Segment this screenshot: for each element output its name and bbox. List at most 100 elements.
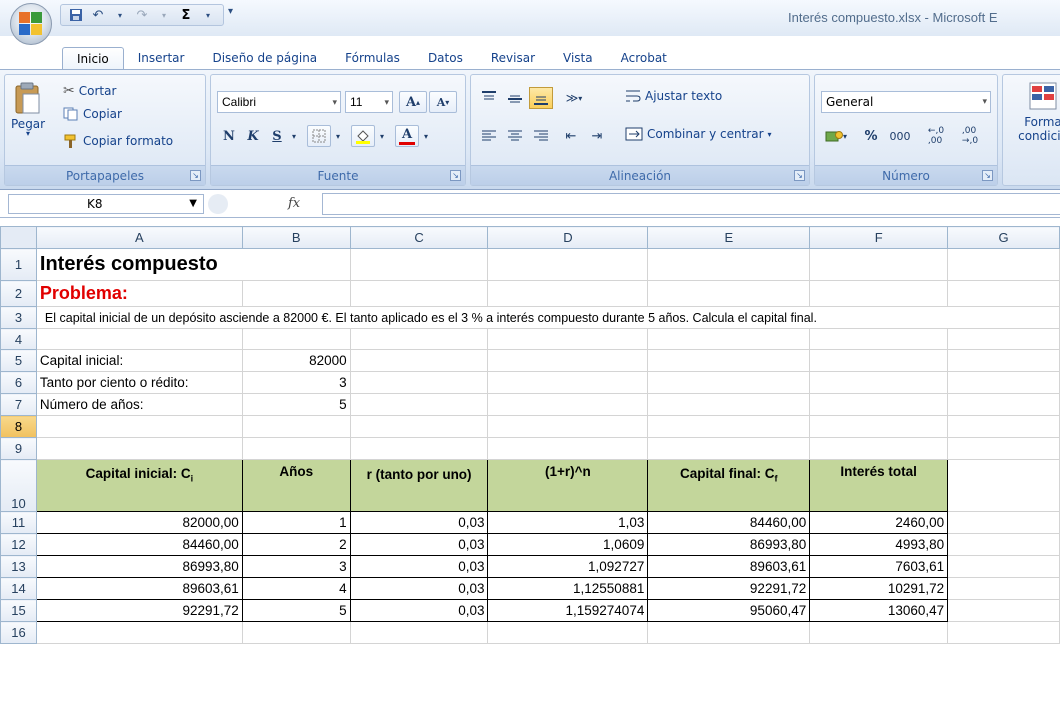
cell[interactable] [647,371,811,394]
table-cell[interactable]: 1 [241,511,351,534]
cell-a3[interactable]: El capital inicial de un depósito ascien… [35,306,1060,329]
cell[interactable] [349,415,489,438]
cell[interactable] [947,599,1060,622]
cell[interactable] [947,328,1060,350]
align-left-button[interactable] [477,125,501,147]
shrink-font-button[interactable]: A ▾ [429,91,457,113]
cell-a2[interactable]: Problema: [35,280,243,307]
cell[interactable] [349,248,489,281]
row-header[interactable]: 5 [0,349,37,372]
dialog-launcher-icon[interactable]: ↘ [190,170,201,181]
table-cell[interactable]: 92291,72 [647,577,811,600]
office-button[interactable] [10,3,52,45]
cell[interactable] [349,393,489,416]
paste-button[interactable]: Pegar ▾ [11,81,45,138]
table-cell[interactable]: 13060,47 [809,599,949,622]
tab-diseno-pagina[interactable]: Diseño de página [198,47,331,69]
cell[interactable] [809,621,949,644]
cell[interactable] [35,415,243,438]
cell[interactable] [241,437,351,460]
row-header[interactable]: 14 [0,577,37,600]
row-header[interactable]: 10 [0,459,37,512]
name-box[interactable]: K8 ▼ [8,194,204,214]
column-header-a[interactable]: A [35,226,243,249]
underline-button[interactable]: S [265,125,289,147]
table-cell[interactable]: 4993,80 [809,533,949,556]
column-header-c[interactable]: C [349,226,489,249]
increase-decimal-button[interactable]: ←,0,00 [921,125,951,147]
cell[interactable] [809,349,949,372]
cell[interactable] [487,328,649,350]
cell[interactable] [487,248,649,281]
wrap-text-button[interactable]: Ajustar texto [625,89,722,103]
cell-a1[interactable]: Interés compuesto [35,248,351,281]
cell[interactable] [487,280,649,307]
tab-revisar[interactable]: Revisar [477,47,549,69]
cell[interactable] [809,371,949,394]
cell[interactable] [947,577,1060,600]
font-color-button[interactable]: A [395,125,419,147]
cell[interactable] [487,371,649,394]
row-header[interactable]: 16 [0,621,37,644]
cell-b5[interactable]: 82000 [241,349,351,372]
table-cell[interactable]: 1,12550881 [487,577,649,600]
font-color-dropdown-icon[interactable]: ▾ [419,125,433,147]
number-format-select[interactable]: General ▾ [821,91,991,113]
cell-a6[interactable]: Tanto por ciento o rédito: [35,371,243,394]
row-header[interactable]: 13 [0,555,37,578]
tab-insertar[interactable]: Insertar [124,47,199,69]
cell[interactable] [487,415,649,438]
table-cell[interactable]: 0,03 [349,533,489,556]
column-header-f[interactable]: F [809,226,949,249]
merge-center-button[interactable]: Combinar y centrar ▾ [625,127,772,141]
table-cell[interactable]: 1,03 [487,511,649,534]
row-header[interactable]: 7 [0,393,37,416]
row-header[interactable]: 4 [0,328,37,350]
undo-button[interactable]: ↶ [89,7,107,23]
qat-dropdown-icon[interactable]: ▾ [155,7,173,23]
cell[interactable] [349,437,489,460]
table-cell[interactable]: 1,0609 [487,533,649,556]
tab-acrobat[interactable]: Acrobat [607,47,681,69]
cell[interactable] [947,621,1060,644]
row-header[interactable]: 3 [0,306,37,329]
font-name-select[interactable]: Calibri ▾ [217,91,341,113]
decrease-indent-button[interactable]: ⇤ [559,125,583,147]
cell[interactable] [487,393,649,416]
align-bottom-button[interactable] [529,87,553,109]
cell[interactable] [947,371,1060,394]
cell[interactable] [349,371,489,394]
copy-button[interactable]: Copiar [63,107,122,121]
cell[interactable] [809,248,949,281]
cell[interactable] [349,621,489,644]
cell[interactable] [647,248,811,281]
table-cell[interactable]: 92291,72 [35,599,243,622]
cell[interactable] [947,555,1060,578]
cell[interactable] [241,280,351,307]
table-cell[interactable]: 86993,80 [35,555,243,578]
table-cell[interactable]: 89603,61 [647,555,811,578]
cell[interactable] [349,349,489,372]
cell[interactable] [487,621,649,644]
dialog-launcher-icon[interactable]: ↘ [450,170,461,181]
cell[interactable] [647,437,811,460]
tab-vista[interactable]: Vista [549,47,607,69]
increase-indent-button[interactable]: ⇥ [585,125,609,147]
cut-button[interactable]: ✂ Cortar [63,83,116,99]
underline-dropdown-icon[interactable]: ▾ [287,125,301,147]
redo-button[interactable]: ↷ [133,7,151,23]
table-cell[interactable]: 1,159274074 [487,599,649,622]
row-header[interactable]: 2 [0,280,37,307]
cell[interactable] [241,328,351,350]
column-header-e[interactable]: E [647,226,811,249]
cell[interactable] [809,328,949,350]
cell[interactable] [947,393,1060,416]
align-right-button[interactable] [529,125,553,147]
cell[interactable] [487,437,649,460]
borders-dropdown-icon[interactable]: ▾ [331,125,345,147]
cell[interactable] [947,349,1060,372]
cell-a7[interactable]: Número de años: [35,393,243,416]
save-icon[interactable] [67,7,85,23]
table-cell[interactable]: 84460,00 [647,511,811,534]
borders-button[interactable] [307,125,331,147]
